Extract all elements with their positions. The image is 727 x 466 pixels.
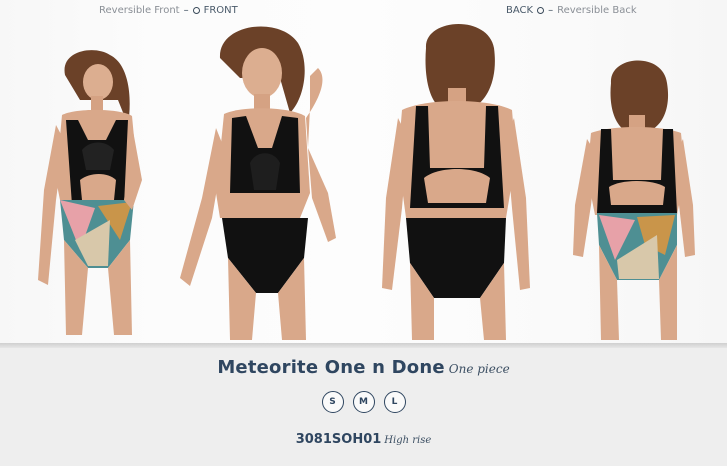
model-reversible-back-image bbox=[565, 55, 705, 343]
product-title-row: Meteorite One n Done One piece bbox=[0, 357, 727, 378]
product-rise: High rise bbox=[384, 435, 432, 446]
reversible-back-text: Reversible Back bbox=[557, 5, 637, 16]
front-marker-icon bbox=[192, 7, 200, 14]
divider-band bbox=[0, 343, 727, 348]
model-front-image bbox=[160, 18, 360, 343]
back-view-label: BACK – Reversible Back bbox=[506, 5, 637, 16]
dash-divider: – bbox=[548, 5, 554, 16]
product-sku: 3081SOH01 bbox=[295, 432, 382, 447]
size-option-l[interactable]: L bbox=[383, 391, 406, 413]
size-option-m[interactable]: M bbox=[352, 391, 375, 413]
sku-row: 3081SOH01 High rise bbox=[0, 428, 727, 447]
front-text: FRONT bbox=[203, 5, 238, 16]
back-text: BACK bbox=[506, 5, 534, 16]
size-option-s[interactable]: S bbox=[321, 391, 344, 413]
product-photo-panel: Reversible Front – FRONT BACK – Reversib… bbox=[0, 0, 727, 343]
model-reversible-front-image bbox=[20, 40, 160, 343]
product-name: Meteorite One n Done bbox=[217, 357, 445, 378]
product-category: One piece bbox=[448, 362, 510, 376]
dash-divider: – bbox=[183, 5, 189, 16]
model-back-image bbox=[376, 18, 536, 343]
back-marker-icon bbox=[537, 7, 545, 14]
size-selector: S M L bbox=[0, 391, 727, 413]
front-view-label: Reversible Front – FRONT bbox=[99, 5, 238, 16]
reversible-front-text: Reversible Front bbox=[99, 5, 180, 16]
product-info-panel: Meteorite One n Done One piece S M L 3081… bbox=[0, 343, 727, 466]
